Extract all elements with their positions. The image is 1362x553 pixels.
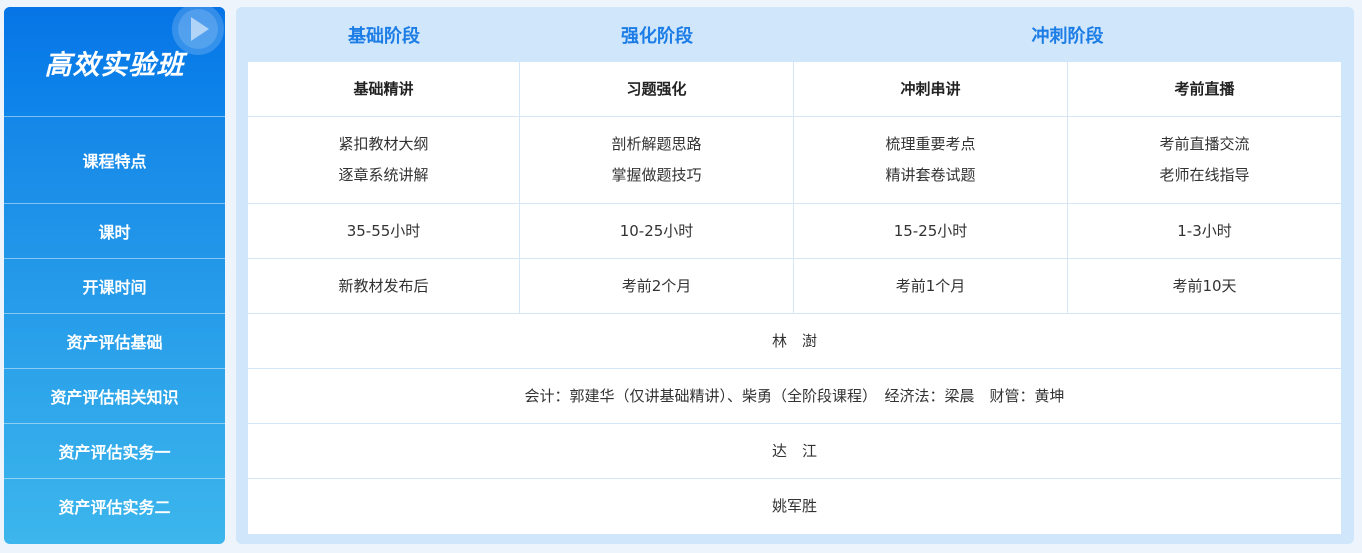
phase-intensive: 强化阶段 xyxy=(621,25,693,47)
class-title-text: 高效实验班 xyxy=(44,50,185,81)
table-row-features: 紧扣教材大纲 逐章系统讲解 剖析解题思路 掌握做题技巧 梳理重要考点 精讲套卷试… xyxy=(248,117,1341,204)
table-row-practice2: 姚军胜 xyxy=(248,479,1341,534)
feature-cell: 紧扣教材大纲 逐章系统讲解 xyxy=(248,117,520,203)
sidebar-row-related: 资产评估相关知识 xyxy=(4,368,225,423)
hours-cell: 1-3小时 xyxy=(1177,221,1232,240)
feature-cell: 梳理重要考点 精讲套卷试题 xyxy=(794,117,1068,203)
feature-line: 逐章系统讲解 xyxy=(338,166,429,184)
table-row-hours: 35-55小时 10-25小时 15-25小时 1-3小时 xyxy=(248,204,1341,259)
sidebar-row-features: 课程特点 xyxy=(4,116,225,203)
phase-header: 基础阶段 强化阶段 冲刺阶段 xyxy=(248,7,1341,62)
sidebar-row-basics: 资产评估基础 xyxy=(4,313,225,368)
phase-sprint: 冲刺阶段 xyxy=(1031,25,1104,47)
play-icon[interactable] xyxy=(167,7,225,59)
feature-cell: 剖析解题思路 掌握做题技巧 xyxy=(520,117,794,203)
table-row-practice1: 达 江 xyxy=(248,424,1341,479)
table-row-basics: 林 澍 xyxy=(248,314,1341,369)
feature-line: 老师在线指导 xyxy=(1159,166,1250,184)
hours-cell: 10-25小时 xyxy=(520,204,794,258)
feature-line: 掌握做题技巧 xyxy=(611,166,702,184)
feature-line: 考前直播交流 xyxy=(1159,135,1250,153)
teacher-cell: 会计：郭建华（仅讲基础精讲）、柴勇（全阶段课程） 经济法：梁晨 财管：黄坤 xyxy=(524,386,1065,405)
column-header: 冲刺串讲 xyxy=(794,62,1068,116)
start-time-cell: 考前10天 xyxy=(1172,276,1237,295)
sidebar-row-practice1: 资产评估实务一 xyxy=(4,423,225,478)
start-time-cell: 考前2个月 xyxy=(520,259,794,313)
start-time-cell: 考前1个月 xyxy=(794,259,1068,313)
table-header-row: 基础精讲 习题强化 冲刺串讲 考前直播 xyxy=(248,62,1341,117)
phase-basic: 基础阶段 xyxy=(348,25,420,47)
teacher-cell: 达 江 xyxy=(771,441,817,460)
schedule-table: 基础精讲 习题强化 冲刺串讲 考前直播 紧扣教材大纲 逐章系统讲解 剖析解题思路… xyxy=(248,62,1341,534)
table-row-start-time: 新教材发布后 考前2个月 考前1个月 考前10天 xyxy=(248,259,1341,314)
hours-cell: 15-25小时 xyxy=(794,204,1068,258)
class-title: 高效实验班 xyxy=(4,7,225,116)
feature-line: 剖析解题思路 xyxy=(611,135,702,153)
sidebar-row-start-time: 开课时间 xyxy=(4,258,225,313)
course-panel: 基础阶段 强化阶段 冲刺阶段 基础精讲 习题强化 冲刺串讲 考前直播 紧扣教材大… xyxy=(236,7,1354,544)
column-header: 基础精讲 xyxy=(248,62,520,116)
column-header: 考前直播 xyxy=(1174,79,1235,98)
hours-cell: 35-55小时 xyxy=(248,204,520,258)
table-row-related: 会计：郭建华（仅讲基础精讲）、柴勇（全阶段课程） 经济法：梁晨 财管：黄坤 xyxy=(248,369,1341,424)
sidebar-row-hours: 课时 xyxy=(4,203,225,258)
feature-line: 精讲套卷试题 xyxy=(885,166,976,184)
sidebar: 高效实验班 课程特点 课时 开课时间 资产评估基础 资产评估相关知识 资产评估实… xyxy=(4,7,225,544)
sidebar-row-practice2: 资产评估实务二 xyxy=(4,478,225,533)
course-table: 高效实验班 课程特点 课时 开课时间 资产评估基础 资产评估相关知识 资产评估实… xyxy=(0,0,1362,553)
feature-line: 梳理重要考点 xyxy=(885,135,976,153)
feature-line: 紧扣教材大纲 xyxy=(338,135,429,153)
teacher-cell: 姚军胜 xyxy=(771,497,817,515)
column-header: 习题强化 xyxy=(520,62,794,116)
teacher-cell: 林 澍 xyxy=(771,331,817,350)
feature-cell: 考前直播交流 老师在线指导 xyxy=(1068,117,1341,203)
start-time-cell: 新教材发布后 xyxy=(248,259,520,313)
